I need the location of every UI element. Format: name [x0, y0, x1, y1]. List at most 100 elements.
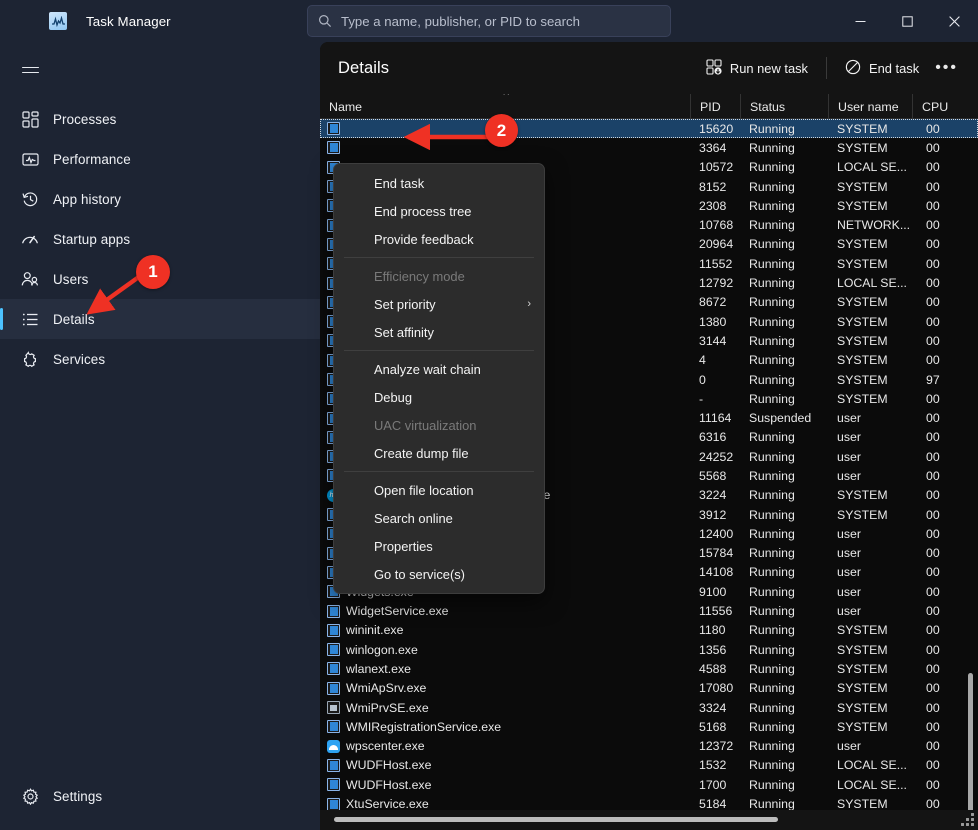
cell-status: Running	[749, 507, 795, 522]
cell-cpu: 00	[926, 488, 940, 503]
cell-cpu: 00	[926, 314, 940, 329]
cell-status: Running	[749, 777, 795, 792]
maximize-button[interactable]	[884, 0, 931, 42]
end-task-button[interactable]: End task	[835, 52, 929, 84]
cell-pid: 3144	[699, 333, 727, 348]
run-new-task-button[interactable]: Run new task	[696, 52, 818, 84]
search-input[interactable]	[341, 13, 670, 29]
cell-user-name: SYSTEM	[837, 372, 888, 387]
cell-cpu: 00	[926, 121, 940, 136]
sidebar-item-processes[interactable]: Processes	[0, 99, 320, 139]
cell-cpu: 00	[926, 353, 940, 368]
annotation-badge-1: 1	[136, 255, 170, 289]
cell-pid: 9100	[699, 584, 727, 599]
context-menu-item-end-process-tree[interactable]: End process tree	[334, 197, 544, 225]
vertical-scrollbar-thumb[interactable]	[968, 673, 973, 830]
process-exe-icon	[327, 141, 340, 155]
cell-cpu: 00	[926, 256, 940, 271]
close-button[interactable]	[931, 0, 978, 42]
details-icon	[14, 311, 46, 328]
cell-user-name: SYSTEM	[837, 140, 888, 155]
context-menu-item-provide-feedback[interactable]: Provide feedback	[334, 225, 544, 253]
cell-pid: 10572	[699, 160, 734, 175]
context-menu-item-open-file-location[interactable]: Open file location	[334, 476, 544, 504]
cell-cpu: 00	[926, 411, 940, 426]
sidebar-item-settings[interactable]: Settings	[0, 776, 320, 816]
vertical-scrollbar[interactable]	[964, 120, 976, 830]
cell-pid: 15620	[699, 121, 734, 136]
sidebar-item-details[interactable]: Details	[0, 299, 320, 339]
sidebar-item-services[interactable]: Services	[0, 339, 320, 379]
context-menu: End task End process tree Provide feedback…	[333, 163, 545, 594]
context-menu-item-label: Properties	[374, 538, 433, 554]
context-menu-item-properties[interactable]: Properties	[334, 532, 544, 560]
context-menu-item-go-to-service-s[interactable]: Go to service(s)	[334, 560, 544, 588]
cell-pid: 5168	[699, 719, 727, 734]
cell-user-name: user	[837, 604, 861, 619]
table-row[interactable]: WmiApSrv.exe 17080 Running SYSTEM 00	[320, 679, 978, 698]
new-task-icon	[706, 58, 722, 78]
process-name-label: WUDFHost.exe	[346, 777, 432, 792]
cell-user-name: SYSTEM	[837, 507, 888, 522]
cell-status: Running	[749, 198, 795, 213]
table-row[interactable]: WUDFHost.exe 1700 Running LOCAL SE... 00	[320, 775, 978, 794]
context-menu-separator	[344, 257, 534, 258]
cell-user-name: SYSTEM	[837, 700, 888, 715]
search-box[interactable]	[307, 5, 671, 37]
cell-cpu: 00	[926, 333, 940, 348]
cell-status: Running	[749, 584, 795, 599]
table-row[interactable]: WUDFHost.exe 1532 Running LOCAL SE... 00	[320, 756, 978, 775]
column-header-pid[interactable]: PID	[690, 94, 740, 119]
context-menu-item-analyze-wait-chain[interactable]: Analyze wait chain	[334, 355, 544, 383]
sidebar-item-startup-apps[interactable]: Startup apps	[0, 219, 320, 259]
cell-user-name: NETWORK...	[837, 218, 911, 233]
minimize-button[interactable]	[837, 0, 884, 42]
sidebar-item-label: Startup apps	[53, 231, 131, 247]
column-header-cpu[interactable]: CPU	[912, 94, 950, 119]
cell-status: Running	[749, 295, 795, 310]
sidebar-item-app-history[interactable]: App history	[0, 179, 320, 219]
window-title: Task Manager	[86, 13, 171, 29]
context-menu-item-end-task[interactable]: End task	[334, 169, 544, 197]
context-menu-item-label: Open file location	[374, 482, 474, 498]
table-row[interactable]: WMIRegistrationService.exe 5168 Running SYS…	[320, 717, 978, 736]
process-exe-icon	[327, 604, 340, 618]
table-row[interactable]: WmiPrvSE.exe 3324 Running SYSTEM 00	[320, 698, 978, 717]
context-menu-item-efficiency-mode: Efficiency mode	[334, 262, 544, 290]
cell-user-name: LOCAL SE...	[837, 758, 907, 773]
process-name-label: WmiPrvSE.exe	[346, 700, 429, 715]
process-name-label: WMIRegistrationService.exe	[346, 719, 502, 734]
table-row[interactable]: wininit.exe 1180 Running SYSTEM 00	[320, 621, 978, 640]
more-options-button[interactable]: •••	[929, 59, 964, 77]
column-header-status[interactable]: Status	[740, 94, 828, 119]
table-row[interactable]: 15620 Running SYSTEM 00	[320, 119, 978, 139]
sidebar-item-performance[interactable]: Performance	[0, 139, 320, 179]
table-row[interactable]: wlanext.exe 4588 Running SYSTEM 00	[320, 659, 978, 678]
table-row[interactable]: 3364 Running SYSTEM 00	[320, 138, 978, 157]
process-name-label: WmiApSrv.exe	[346, 681, 427, 696]
cell-status: Running	[749, 430, 795, 445]
table-row[interactable]: wpscenter.exe 12372 Running user 00	[320, 737, 978, 756]
resize-grip[interactable]	[959, 811, 976, 828]
cell-process-name: WidgetService.exe	[320, 601, 690, 620]
horizontal-scrollbar-thumb[interactable]	[334, 817, 778, 822]
context-menu-item-debug[interactable]: Debug	[334, 383, 544, 411]
context-menu-item-label: UAC virtualization	[374, 417, 477, 433]
cell-pid: 5568	[699, 468, 727, 483]
table-row[interactable]: winlogon.exe 1356 Running SYSTEM 00	[320, 640, 978, 659]
horizontal-scrollbar[interactable]	[320, 810, 978, 830]
context-menu-item-search-online[interactable]: Search online	[334, 504, 544, 532]
cell-cpu: 00	[926, 758, 940, 773]
cell-cpu: 00	[926, 237, 940, 252]
column-header-user[interactable]: User name	[828, 94, 912, 119]
context-menu-item-set-affinity[interactable]: Set affinity	[334, 318, 544, 346]
cell-status: Running	[749, 488, 795, 503]
hamburger-icon[interactable]	[8, 50, 52, 90]
context-menu-item-create-dump-file[interactable]: Create dump file	[334, 439, 544, 467]
table-row[interactable]: WidgetService.exe 11556 Running user 00	[320, 601, 978, 620]
cell-status: Running	[749, 391, 795, 406]
cell-pid: 24252	[699, 449, 734, 464]
cell-cpu: 00	[926, 604, 940, 619]
end-task-icon	[845, 59, 861, 78]
context-menu-item-set-priority[interactable]: Set priority ›	[334, 290, 544, 318]
